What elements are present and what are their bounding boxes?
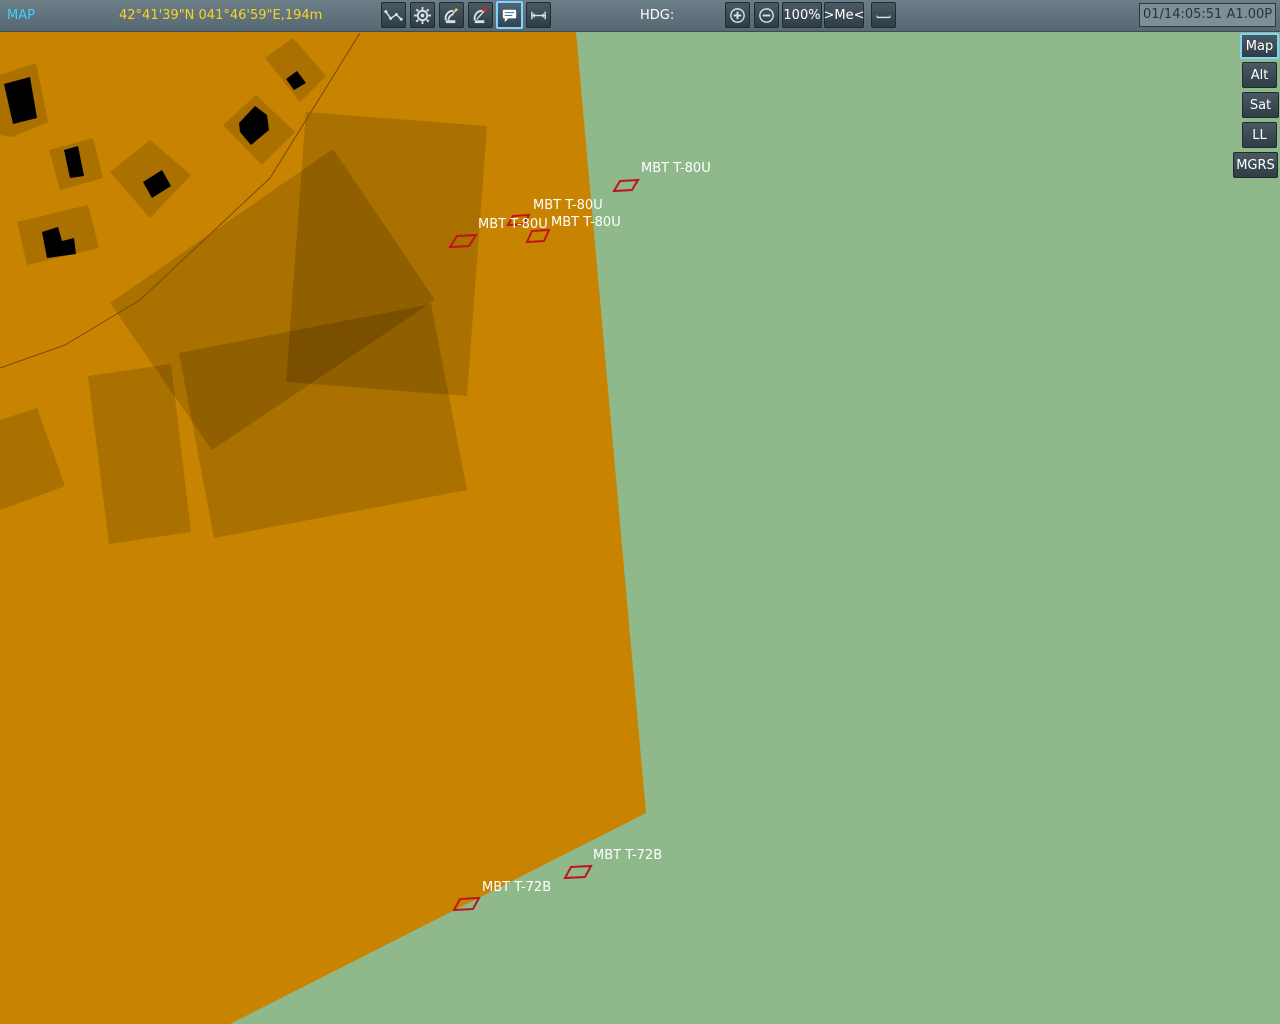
map-view-button[interactable]: Map: [1240, 33, 1279, 59]
waypoints-icon: [384, 9, 403, 21]
radar-off-tool-button[interactable]: [468, 2, 493, 28]
unit-label: MBT T-80U: [641, 161, 711, 176]
radar-icon: [444, 7, 458, 23]
radar-off-icon: [473, 7, 488, 23]
ruler-tool-button[interactable]: [526, 2, 551, 28]
zoom-level-button[interactable]: 100%: [782, 2, 822, 28]
zoom-in-icon: [730, 7, 745, 23]
unit-label: MBT T-72B: [482, 880, 552, 895]
ruler-icon: [531, 11, 546, 19]
unit-label: MBT T-80U: [533, 198, 603, 213]
scale-button[interactable]: [871, 2, 896, 28]
gear-tool-button[interactable]: [410, 2, 435, 28]
alt-view-button[interactable]: Alt: [1242, 62, 1277, 88]
center-on-me-button[interactable]: >Me<: [824, 2, 865, 28]
cursor-coordinates: 42°41'39"N 041°46'59"E,194m: [119, 8, 323, 23]
heading-label: HDG:: [640, 8, 675, 23]
zoom-in-button[interactable]: [725, 2, 750, 28]
zoom-out-icon: [759, 7, 774, 23]
scale-bar-icon: [876, 15, 891, 18]
message-icon: [502, 9, 517, 22]
labels-tool-button[interactable]: [496, 1, 523, 29]
mission-clock: 01/14:05:51 A1.00P: [1139, 3, 1276, 27]
zoom-out-button[interactable]: [754, 2, 779, 28]
unit-label: MBT T-72B: [593, 848, 663, 863]
mgrs-coords-button[interactable]: MGRS: [1233, 152, 1278, 178]
unit-label: MBT T-80U: [551, 215, 621, 230]
map-mode-label: MAP: [7, 8, 35, 23]
gear-icon: [413, 6, 432, 24]
ll-coords-button[interactable]: LL: [1242, 122, 1277, 148]
sat-view-button[interactable]: Sat: [1242, 92, 1279, 118]
unit-label: MBT T-80U: [478, 217, 548, 232]
top-toolbar: MAP 42°41'39"N 041°46'59"E,194m HDG: 100…: [0, 0, 1280, 32]
map-canvas[interactable]: [0, 32, 1280, 1024]
radar-tool-button[interactable]: [439, 2, 464, 28]
route-tool-button[interactable]: [381, 2, 406, 28]
